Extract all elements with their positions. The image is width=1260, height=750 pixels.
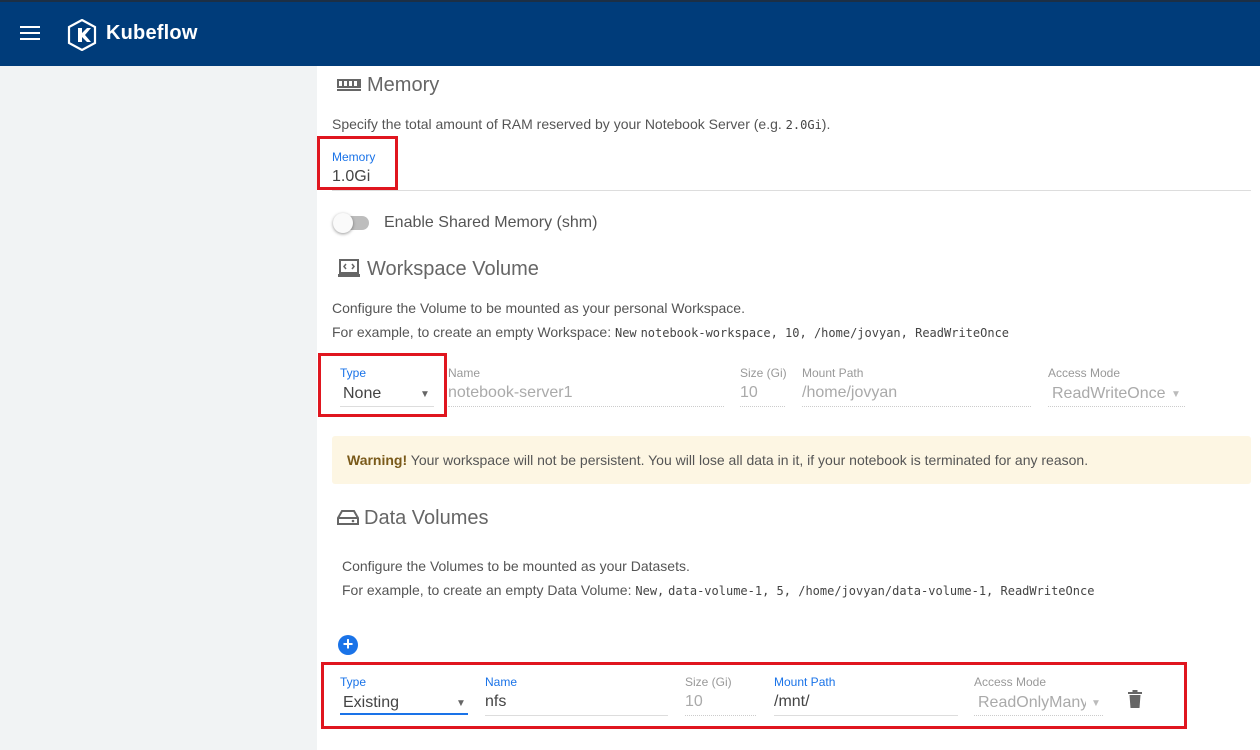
memory-highlight-box (317, 136, 398, 190)
memory-section-title: Memory (367, 74, 440, 96)
data-volume-mount-label: Mount Path (774, 675, 836, 689)
workspace-desc-new: New (614, 326, 637, 340)
data-volume-type-label: Type (340, 675, 367, 689)
data-volumes-desc-new: New, (635, 584, 665, 598)
hard-drive-icon (337, 510, 359, 525)
workspace-mount-input[interactable]: /home/jovyan (802, 384, 897, 402)
chevron-down-icon[interactable]: ▼ (1171, 389, 1181, 400)
workspace-desc-code: notebook-workspace, 10, /home/jovyan, Re… (640, 326, 1010, 340)
workspace-section-title: Workspace Volume (367, 258, 539, 280)
data-volumes-desc-code: data-volume-1, 5, /home/jovyan/data-volu… (668, 584, 1095, 598)
workspace-mount-label: Mount Path (802, 366, 864, 380)
workspace-description-line1: Configure the Volume to be mounted as yo… (332, 300, 745, 316)
app-title: Kubeflow (106, 22, 198, 44)
data-volume-access-select[interactable]: ReadOnlyMany (978, 694, 1086, 712)
data-volume-name-label: Name (485, 675, 518, 689)
data-volume-access-label: Access Mode (974, 675, 1047, 689)
laptop-icon (338, 259, 360, 277)
data-volumes-description-line2: For example, to create an empty Data Vol… (342, 582, 1094, 598)
data-volume-access-underline (974, 715, 1103, 716)
data-volume-name-input[interactable]: nfs (485, 693, 506, 711)
data-volumes-description-line1: Configure the Volumes to be mounted as y… (342, 558, 690, 574)
shm-toggle[interactable] (333, 213, 369, 233)
data-volume-name-underline (485, 715, 668, 716)
workspace-access-select[interactable]: ReadWriteOnce (1052, 385, 1166, 403)
memory-description-text: Specify the total amount of RAM reserved… (332, 116, 782, 132)
menu-icon[interactable] (20, 26, 40, 42)
shm-toggle-label: Enable Shared Memory (shm) (384, 214, 598, 231)
data-volume-size-input[interactable]: 10 (685, 693, 703, 711)
warning-text: Your workspace will not be persistent. Y… (410, 452, 1089, 468)
data-volume-mount-underline (774, 715, 958, 716)
workspace-name-label: Name (448, 366, 481, 380)
data-volume-size-underline (685, 715, 756, 716)
workspace-type-highlight-box (318, 353, 447, 417)
data-volumes-section-title: Data Volumes (364, 507, 489, 529)
data-volume-size-label: Size (Gi) (685, 675, 732, 689)
workspace-description-line2: For example, to create an empty Workspac… (332, 324, 1009, 340)
workspace-warning: Warning! Your workspace will not be pers… (332, 436, 1251, 484)
workspace-access-underline (1048, 406, 1185, 407)
data-volume-type-select[interactable]: Existing (343, 694, 399, 712)
left-pane (0, 66, 317, 750)
memory-description-example: 2.0Gi (785, 118, 822, 132)
chevron-down-icon[interactable]: ▼ (456, 698, 466, 709)
workspace-name-input[interactable]: notebook-server1 (448, 384, 573, 402)
workspace-desc-prefix: For example, to create an empty Workspac… (332, 324, 612, 340)
data-volume-type-underline (340, 713, 468, 715)
workspace-size-underline (740, 406, 785, 407)
memory-description-suffix: ). (821, 116, 831, 132)
workspace-name-underline (448, 406, 724, 407)
workspace-size-label: Size (Gi) (740, 366, 787, 380)
shm-toggle-thumb[interactable] (333, 213, 353, 233)
top-app-bar: Kubeflow (0, 0, 1260, 66)
workspace-mount-underline (802, 406, 1031, 407)
workspace-size-input[interactable]: 10 (740, 384, 758, 402)
data-volume-mount-input[interactable]: /mnt/ (774, 693, 810, 711)
workspace-access-label: Access Mode (1048, 366, 1121, 380)
chevron-down-icon[interactable]: ▼ (1091, 698, 1101, 709)
memory-description: Specify the total amount of RAM reserved… (332, 116, 830, 132)
memory-input-underline (332, 190, 1251, 191)
kubeflow-logo-icon (67, 19, 97, 51)
memory-chip-icon (337, 79, 361, 91)
data-volumes-desc-prefix: For example, to create an empty Data Vol… (342, 582, 632, 598)
form-content: Memory Specify the total amount of RAM r… (317, 66, 1260, 750)
trash-icon[interactable] (1128, 690, 1142, 708)
warning-strong: Warning! (347, 452, 408, 468)
add-circle-icon[interactable]: + (338, 635, 358, 655)
